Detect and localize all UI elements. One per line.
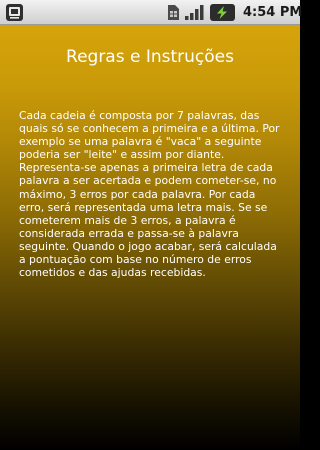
page-title: Regras e Instruções <box>66 47 234 67</box>
status-bar[interactable]: 4:54 PM <box>0 0 303 25</box>
battery-charging-icon <box>210 4 235 21</box>
rules-screen[interactable]: Regras e Instruções Cada cadeia é compos… <box>0 25 300 450</box>
notification-icon[interactable] <box>6 4 23 21</box>
status-time: 4:54 PM <box>243 5 303 20</box>
signal-icon <box>184 4 205 21</box>
rules-text: Cada cadeia é composta por 7 palavras, d… <box>19 109 280 280</box>
sim-card-icon <box>166 4 180 21</box>
